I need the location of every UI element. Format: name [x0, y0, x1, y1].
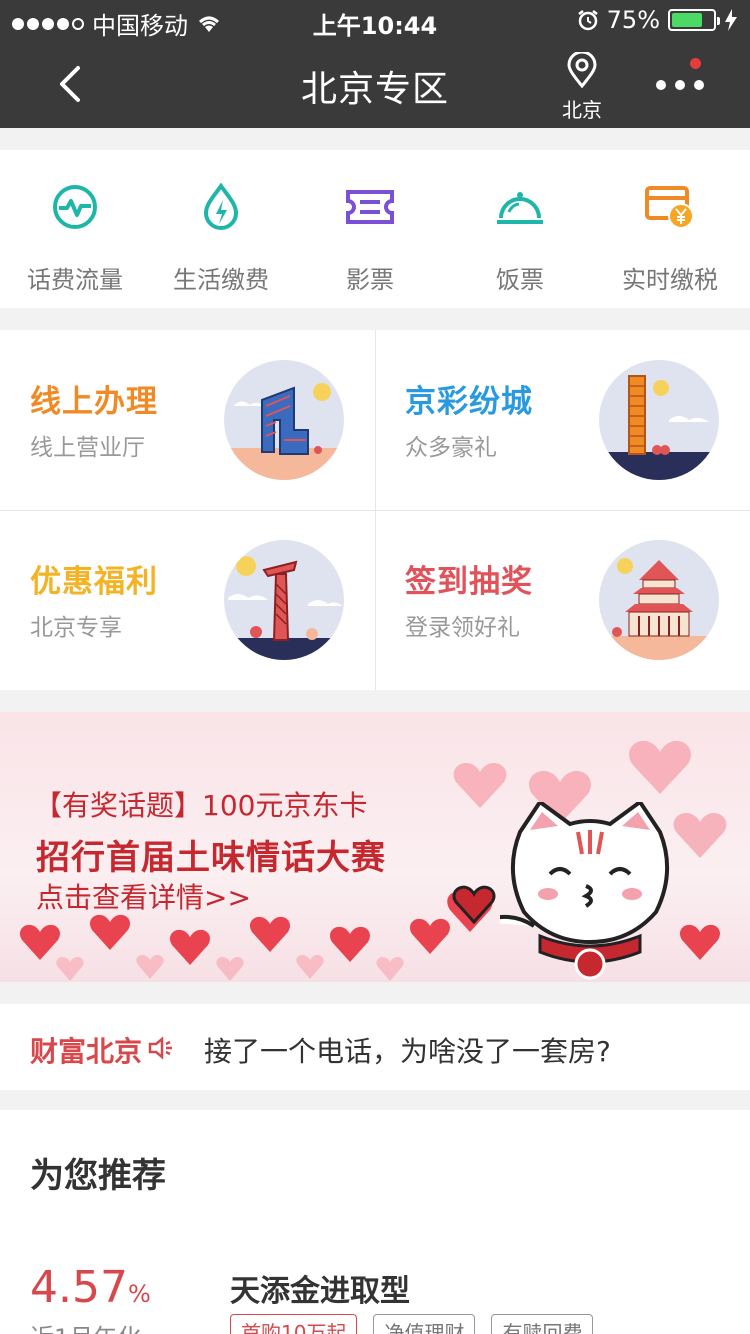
rate-label: 近1月年化 — [30, 1318, 141, 1334]
service-label: 话费流量 — [27, 266, 123, 294]
tile-subtitle: 众多豪礼 — [405, 435, 497, 461]
top-bar: 中国移动 上午10:44 75% 北京专区 北京 — [0, 0, 750, 128]
service-label: 生活缴费 — [173, 266, 269, 294]
location-label: 北京 — [562, 98, 602, 122]
pulse-icon — [53, 185, 97, 229]
more-dot — [694, 80, 704, 90]
speaker-icon — [148, 1036, 172, 1060]
temple-of-heaven-illustration — [599, 540, 719, 660]
product-name[interactable]: 天添金进取型 — [230, 1266, 410, 1310]
tile-checkin-lottery[interactable]: 签到抽奖 登录领好礼 — [375, 510, 750, 690]
product-tag: 净值理财 — [373, 1314, 476, 1334]
heart-icon — [452, 885, 496, 924]
feature-grid: 线上办理 线上营业厅 京彩纷城 众多豪礼 优惠福利 北京专享 签到抽奖 登录领好… — [0, 330, 750, 690]
tile-subtitle: 登录领好礼 — [405, 615, 520, 641]
product-rate[interactable]: 4.57% — [30, 1262, 151, 1313]
location-button[interactable]: 北京 — [556, 50, 608, 123]
recommend-section: 为您推荐 4.57% 近1月年化 天添金进取型 首购10万起 净值理财 有赎回费 — [0, 1110, 750, 1334]
more-dot — [656, 80, 666, 90]
service-label: 饭票 — [496, 266, 544, 294]
alarm-clock-icon — [577, 10, 598, 31]
service-utilities[interactable]: 生活缴费 — [146, 150, 296, 308]
card-yen-icon — [645, 186, 694, 229]
services-row: 话费流量 生活缴费 影票 饭票 实时缴税 — [0, 150, 750, 308]
banner-line2: 招行首届土味情话大赛 — [36, 838, 386, 878]
recommend-heading: 为您推荐 — [30, 1156, 166, 1196]
service-tax-payment[interactable]: 实时缴税 — [595, 150, 745, 308]
service-label: 影票 — [346, 266, 394, 294]
service-phone-data[interactable]: 话费流量 — [0, 150, 150, 308]
rate-value: 4.57 — [30, 1262, 128, 1313]
page-title: 北京专区 — [300, 69, 449, 110]
cctv-tower-illustration — [224, 360, 344, 480]
news-tag: 财富北京 — [30, 1035, 143, 1068]
tile-title: 优惠福利 — [30, 564, 158, 600]
news-ticker[interactable]: 财富北京 接了一个电话，为啥没了一套房? — [0, 1004, 750, 1090]
ticket-icon — [346, 190, 394, 224]
tile-subtitle: 北京专享 — [30, 615, 122, 641]
lucky-cat-mascot — [500, 802, 670, 980]
promo-banner[interactable]: 【有奖话题】100元京东卡 招行首届土味情话大赛 点击查看详情>> — [0, 712, 750, 982]
banner-line1: 【有奖话题】100元京东卡 — [34, 789, 368, 822]
water-drop-bolt-icon — [203, 182, 239, 230]
service-meal-tickets[interactable]: 饭票 — [445, 150, 595, 308]
service-movie-tickets[interactable]: 影票 — [295, 150, 445, 308]
tower-illustration — [599, 360, 719, 480]
tile-title: 京彩纷城 — [405, 384, 533, 420]
tile-online-service[interactable]: 线上办理 线上营业厅 — [0, 330, 375, 510]
news-headline: 接了一个电话，为啥没了一套房? — [204, 1035, 611, 1068]
tile-jingcai-city[interactable]: 京彩纷城 众多豪礼 — [375, 330, 750, 510]
status-bar: 中国移动 上午10:44 75% — [0, 0, 750, 40]
location-pin-icon — [567, 50, 597, 89]
product-tags: 首购10万起 净值理财 有赎回费 — [230, 1314, 594, 1334]
tile-title: 签到抽奖 — [405, 564, 533, 600]
product-tag: 有赎回费 — [491, 1314, 594, 1334]
more-dot — [675, 80, 685, 90]
battery-percent: 75% — [606, 6, 660, 34]
rate-unit: % — [127, 1280, 151, 1308]
more-button[interactable] — [650, 58, 710, 108]
battery-icon — [668, 9, 720, 31]
tile-subtitle: 线上营业厅 — [30, 435, 145, 461]
service-label: 实时缴税 — [622, 266, 718, 294]
notification-dot — [690, 58, 701, 69]
navigation-bar: 北京专区 北京 — [0, 40, 750, 128]
dome-tray-icon — [497, 192, 543, 224]
tile-title: 线上办理 — [30, 384, 158, 420]
olympic-tower-illustration — [224, 540, 344, 660]
tile-benefits[interactable]: 优惠福利 北京专享 — [0, 510, 375, 690]
banner-line3: 点击查看详情>> — [36, 881, 251, 914]
charging-bolt-icon — [725, 9, 737, 31]
product-tag: 首购10万起 — [230, 1314, 358, 1334]
